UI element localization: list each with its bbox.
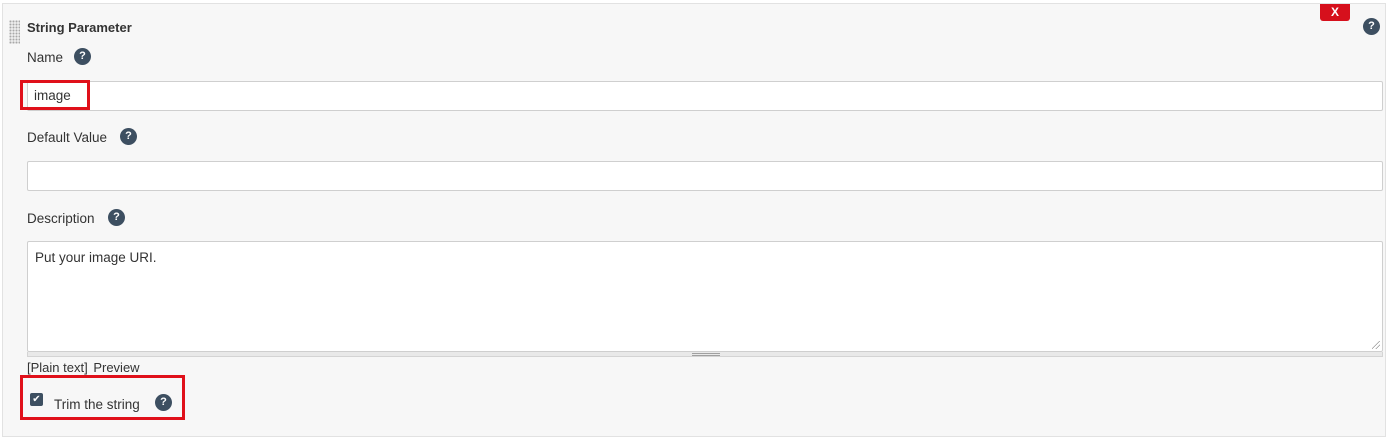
- name-help-icon[interactable]: ?: [74, 48, 91, 65]
- resize-grip-icon[interactable]: [1372, 341, 1380, 349]
- name-input[interactable]: image: [27, 81, 1383, 111]
- default-value-help-icon[interactable]: ?: [120, 128, 137, 145]
- preview-link[interactable]: Preview: [93, 360, 139, 375]
- section-title: String Parameter: [27, 20, 132, 35]
- trim-checkbox[interactable]: ✔: [30, 393, 43, 406]
- trim-help-icon[interactable]: ?: [155, 394, 172, 411]
- help-icon[interactable]: ?: [1363, 18, 1380, 35]
- string-parameter-panel: String Parameter X ? Name ? image Defaul…: [2, 3, 1386, 437]
- description-label: Description: [27, 211, 95, 226]
- name-label: Name: [27, 50, 64, 65]
- default-value-label: Default Value: [27, 130, 108, 145]
- format-current: [Plain text]: [27, 360, 88, 375]
- textarea-expand-bar[interactable]: [27, 352, 1383, 357]
- description-help-icon[interactable]: ?: [108, 209, 125, 226]
- default-value-input[interactable]: [27, 161, 1383, 191]
- delete-parameter-button[interactable]: X: [1320, 4, 1350, 21]
- trim-label[interactable]: Trim the string: [54, 397, 140, 412]
- description-text: Put your image URI.: [35, 250, 157, 265]
- drag-handle-icon[interactable]: [9, 20, 20, 44]
- expand-grip-icon: [692, 353, 720, 356]
- format-row: [Plain text] Preview: [27, 360, 140, 375]
- description-textarea[interactable]: Put your image URI.: [27, 241, 1383, 352]
